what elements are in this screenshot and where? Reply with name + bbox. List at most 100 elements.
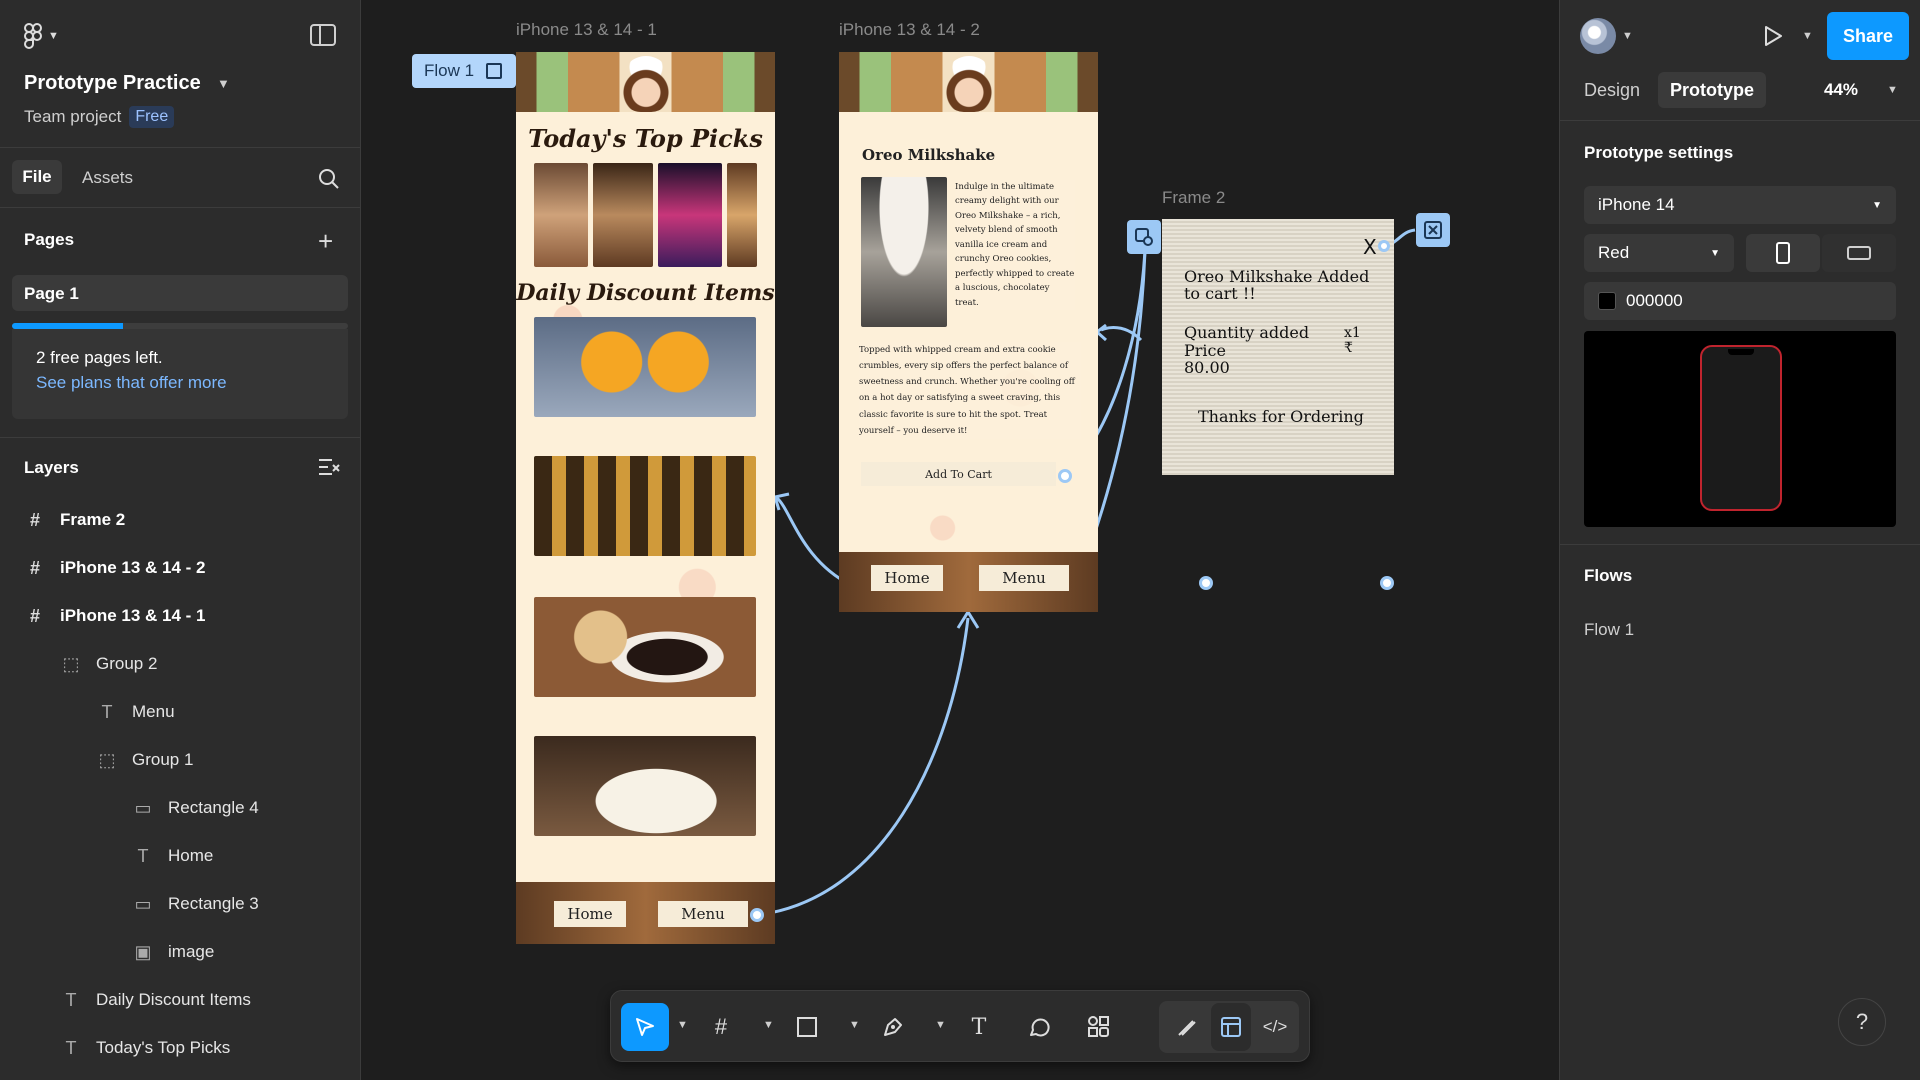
share-button[interactable]: Share — [1827, 12, 1909, 60]
text-icon: T — [65, 1037, 77, 1058]
bottom-nav: Home Menu — [516, 882, 775, 944]
frame-icon: # — [29, 557, 40, 578]
chevron-down-icon: ▼ — [48, 30, 59, 42]
connection-node[interactable] — [1378, 240, 1390, 252]
home-button[interactable]: Home — [871, 565, 943, 591]
color-swatch[interactable] — [1598, 292, 1616, 310]
layer-name: iPhone 13 & 14 - 2 — [60, 558, 206, 577]
connection-node[interactable] — [1199, 576, 1213, 590]
layer-row[interactable]: # iPhone 13 & 14 - 2 — [0, 544, 360, 592]
frame-label-1[interactable]: iPhone 13 & 14 - 1 — [516, 20, 657, 40]
plans-link[interactable]: See plans that offer more — [36, 373, 324, 393]
cart-popup-frame[interactable]: X Oreo Milkshake Added to cart !! Quanti… — [1162, 219, 1394, 475]
search-icon[interactable] — [318, 168, 340, 190]
flow-start-tag[interactable]: Flow 1 — [412, 54, 516, 88]
chevron-down-icon[interactable]: ▼ — [1622, 30, 1633, 42]
layout-icon — [1221, 1017, 1241, 1037]
layer-row[interactable]: ▭ Rectangle 3 — [0, 880, 360, 928]
page-item[interactable]: Page 1 — [12, 275, 348, 311]
tab-design[interactable]: Design — [1572, 72, 1652, 108]
layer-row[interactable]: T Today's Top Picks — [0, 1024, 360, 1072]
chevron-down-icon[interactable]: ▼ — [677, 1019, 688, 1031]
close-overlay-icon[interactable] — [1416, 213, 1450, 247]
device-select[interactable]: iPhone 14 ▼ — [1584, 186, 1896, 224]
canvas[interactable]: Flow 1 iPhone 13 & 14 - 1 Today's Top Pi… — [361, 0, 1559, 1080]
move-tool-icon[interactable] — [621, 1003, 669, 1051]
divider — [0, 207, 360, 208]
speech-bubble-icon — [1030, 1018, 1050, 1037]
dev-mode-icon[interactable]: </> — [1255, 1003, 1295, 1051]
cursor-arrow-icon — [636, 1018, 654, 1036]
menu-button[interactable]: Menu — [979, 565, 1069, 591]
chevron-down-icon[interactable]: ▼ — [217, 76, 230, 91]
layers-label: Layers — [24, 458, 79, 477]
thanks-message: Thanks for Ordering — [1198, 407, 1364, 426]
actions-tool-icon[interactable] — [1075, 1003, 1123, 1051]
device-color-select[interactable]: Red ▼ — [1584, 234, 1734, 272]
layer-row[interactable]: ⬚ Group 1 — [0, 736, 360, 784]
add-page-icon[interactable]: + — [318, 228, 333, 254]
layer-row[interactable]: ⬚ Group 2 — [0, 640, 360, 688]
main-menu-button[interactable]: ▼ — [24, 22, 64, 50]
connection-node[interactable] — [1380, 576, 1394, 590]
chevron-down-icon[interactable]: ▼ — [1802, 30, 1813, 42]
chef-illustration — [619, 56, 672, 112]
frame-tool-icon[interactable]: # — [697, 1003, 745, 1051]
avatar[interactable] — [1580, 18, 1616, 54]
device-notch — [1728, 349, 1754, 355]
overlay-trigger-icon[interactable] — [1127, 220, 1161, 254]
close-button[interactable]: X — [1363, 235, 1377, 259]
present-play-icon[interactable] — [1762, 24, 1784, 48]
landscape-toggle[interactable] — [1822, 234, 1896, 272]
menu-button[interactable]: Menu — [658, 901, 748, 927]
frame-label-2[interactable]: iPhone 13 & 14 - 2 — [839, 20, 980, 40]
text-tool-icon[interactable]: T — [955, 1003, 1003, 1051]
background-color-field[interactable]: 000000 — [1584, 282, 1896, 320]
chevron-down-icon[interactable]: ▼ — [849, 1019, 860, 1031]
project-title[interactable]: Prototype Practice — [24, 72, 201, 95]
plan-badge[interactable]: Free — [129, 106, 175, 128]
layer-row[interactable]: T Daily Discount Items — [0, 976, 360, 1024]
add-to-cart-button[interactable]: Add To Cart — [861, 462, 1056, 486]
portrait-toggle[interactable] — [1746, 234, 1820, 272]
chevron-down-icon[interactable]: ▼ — [935, 1019, 946, 1031]
layer-row[interactable]: # Frame 2 — [0, 496, 360, 544]
layer-row[interactable]: T Home — [0, 832, 360, 880]
phone-frame-2[interactable]: Oreo Milkshake Indulge in the ultimate c… — [839, 52, 1098, 612]
flow-item[interactable]: Flow 1 — [1584, 620, 1634, 640]
layer-row[interactable]: T Menu — [0, 688, 360, 736]
layer-row[interactable]: # iPhone 13 & 14 - 1 — [0, 592, 360, 640]
rectangle-tool-icon[interactable] — [783, 1003, 831, 1051]
tab-file[interactable]: File — [12, 160, 62, 194]
cocktails-image — [534, 317, 756, 417]
phone-frame-1[interactable]: Today's Top Picks Daily Discount Items H… — [516, 52, 775, 944]
toggle-sidebar-icon[interactable] — [310, 24, 336, 46]
beers-image — [534, 456, 756, 556]
connection-node[interactable] — [750, 908, 764, 922]
layer-name: Home — [168, 846, 214, 865]
chevron-down-icon[interactable]: ▼ — [763, 1019, 774, 1031]
tab-assets[interactable]: Assets — [82, 168, 133, 188]
zoom-level[interactable]: 44% — [1824, 80, 1858, 100]
connection-node[interactable] — [1058, 469, 1072, 483]
divider — [1560, 544, 1920, 545]
layer-row[interactable]: ▣ image — [0, 928, 360, 976]
drink-image — [658, 163, 722, 267]
quantity-label: Quantity added — [1184, 323, 1310, 342]
divider — [1560, 120, 1920, 121]
layer-name: image — [168, 942, 215, 961]
help-button[interactable]: ? — [1838, 998, 1886, 1046]
device-preview — [1584, 331, 1896, 527]
comment-tool-icon[interactable] — [1015, 1003, 1063, 1051]
home-button[interactable]: Home — [554, 901, 626, 927]
draw-mode-icon[interactable] — [1167, 1003, 1207, 1051]
layers-options-icon[interactable] — [318, 458, 340, 476]
tab-prototype[interactable]: Prototype — [1658, 72, 1767, 108]
design-mode-icon[interactable] — [1211, 1003, 1251, 1051]
background-hex[interactable]: 000000 — [1626, 291, 1683, 311]
frame-label-3[interactable]: Frame 2 — [1162, 188, 1225, 208]
chevron-down-icon: ▼ — [1710, 247, 1720, 259]
layer-row[interactable]: ▭ Rectangle 4 — [0, 784, 360, 832]
chevron-down-icon[interactable]: ▼ — [1887, 84, 1898, 96]
pen-tool-icon[interactable] — [869, 1003, 917, 1051]
